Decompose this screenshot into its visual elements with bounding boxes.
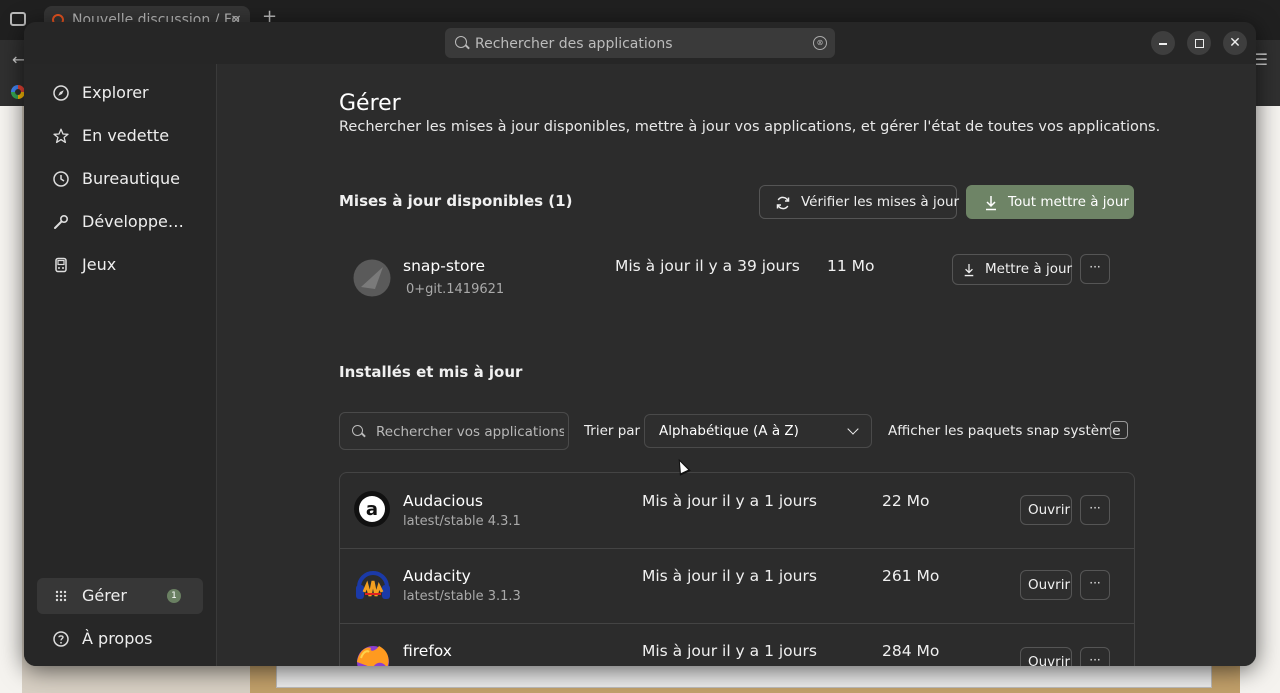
sort-label: Trier par <box>584 423 641 439</box>
clear-search-icon[interactable]: ⊗ <box>813 36 827 50</box>
app-search-input[interactable] <box>473 28 807 60</box>
clock-icon <box>53 171 69 187</box>
update-all-button[interactable]: Tout mettre à jour <box>966 185 1134 219</box>
app-updated-date: Mis à jour il y a 1 jours <box>642 492 817 510</box>
app-name: snap-store <box>403 257 486 275</box>
updates-section-title: Mises à jour disponibles (1) <box>339 192 573 210</box>
app-name: Audacious <box>403 492 483 510</box>
installed-row-audacity: Audacity latest/stable 3.1.3 Mis à jour … <box>340 548 1134 624</box>
firefox-app-icon <box>357 646 389 666</box>
sidebar-item-explorer[interactable]: Explorer <box>37 75 203 111</box>
update-all-label: Tout mettre à jour <box>1008 194 1129 210</box>
chevron-down-icon <box>847 423 859 435</box>
snap-store-app-icon <box>353 259 391 297</box>
download-icon <box>986 196 996 211</box>
more-options-button[interactable]: ··· <box>1080 570 1110 600</box>
installed-search-box[interactable] <box>339 412 569 451</box>
app-updated-date: Mis à jour il y a 1 jours <box>642 567 817 585</box>
more-options-button[interactable]: ··· <box>1080 495 1110 525</box>
wrench-icon <box>54 214 69 229</box>
sort-selected-value: Alphabétique (A à Z) <box>659 423 799 439</box>
sidebar: Explorer En vedette Bureautique Développ… <box>24 64 217 666</box>
search-icon <box>352 425 363 436</box>
updates-count-badge: 1 <box>167 589 181 603</box>
sidebar-item-about[interactable]: À propos <box>37 621 203 657</box>
google-icon[interactable] <box>11 85 25 99</box>
installed-search-input[interactable] <box>374 413 566 451</box>
page-subtitle: Rechercher les mises à jour disponibles,… <box>339 119 1161 135</box>
refresh-icon <box>776 196 790 210</box>
update-app-label: Mettre à jour <box>985 261 1073 277</box>
sidebar-item-label: En vedette <box>82 126 170 145</box>
download-icon <box>964 264 974 277</box>
sidebar-item-label: Jeux <box>82 255 117 274</box>
audacious-app-icon: a <box>354 491 390 527</box>
svg-text:a: a <box>366 499 378 520</box>
minimize-button[interactable] <box>1151 31 1175 55</box>
star-icon <box>53 128 69 144</box>
app-size: 284 Mo <box>882 642 940 660</box>
app-version: latest/stable 4.3.1 <box>403 514 521 529</box>
more-options-button[interactable]: ··· <box>1080 647 1110 666</box>
sidebar-item-office[interactable]: Bureautique <box>37 161 203 197</box>
app-version: 0+git.1419621 <box>406 282 505 297</box>
audacity-app-icon <box>356 571 390 599</box>
app-size: 22 Mo <box>882 492 930 510</box>
sidebar-item-label: À propos <box>82 629 153 648</box>
open-app-button[interactable]: Ouvrir <box>1020 495 1072 525</box>
gamepad-icon <box>55 257 67 273</box>
sidebar-item-games[interactable]: Jeux <box>37 247 203 283</box>
check-updates-button[interactable]: Vérifier les mises à jour <box>759 185 960 219</box>
installed-row-firefox: firefox Mis à jour il y a 1 jours 284 Mo… <box>340 623 1134 666</box>
page-left-margin <box>0 106 22 693</box>
sort-dropdown[interactable]: Alphabétique (A à Z) <box>644 414 872 448</box>
sidebar-item-development[interactable]: Développe… <box>37 204 203 240</box>
app-updated-date: Mis à jour il y a 39 jours <box>615 257 800 275</box>
grid-icon <box>55 590 67 602</box>
app-updated-date: Mis à jour il y a 1 jours <box>642 642 817 660</box>
system-snaps-checkbox[interactable] <box>1110 421 1128 439</box>
question-icon <box>53 631 69 647</box>
update-app-button[interactable]: Mettre à jour <box>952 254 1072 285</box>
sidebar-item-label: Explorer <box>82 83 149 102</box>
sidebar-item-featured[interactable]: En vedette <box>37 118 203 154</box>
header-bar: ⊗ ✕ <box>24 22 1256 64</box>
app-size: 261 Mo <box>882 567 940 585</box>
open-app-button[interactable]: Ouvrir <box>1020 570 1072 600</box>
app-size: 11 Mo <box>827 257 875 275</box>
app-center-window: ⊗ ✕ Explorer En vedette Bureautique Déve… <box>24 22 1256 666</box>
sidebar-item-label: Bureautique <box>82 169 180 188</box>
sidebar-item-label: Développe… <box>82 212 184 231</box>
open-app-label: Ouvrir <box>1028 502 1071 518</box>
installed-section-title: Installés et mis à jour <box>339 363 523 381</box>
check-updates-label: Vérifier les mises à jour <box>801 194 960 210</box>
app-name: Audacity <box>403 567 471 585</box>
sidebar-item-label: Gérer <box>82 586 127 605</box>
close-window-button[interactable]: ✕ <box>1223 31 1247 55</box>
app-name: firefox <box>403 642 452 660</box>
app-search-box[interactable]: ⊗ <box>445 28 835 60</box>
search-icon <box>455 36 467 48</box>
sidebar-item-manage[interactable]: Gérer 1 <box>37 578 203 614</box>
update-row-snap-store: snap-store 0+git.1419621 Mis à jour il y… <box>339 254 1133 324</box>
compass-icon <box>53 85 69 101</box>
open-app-label: Ouvrir <box>1028 654 1071 666</box>
open-app-label: Ouvrir <box>1028 577 1071 593</box>
app-version: latest/stable 3.1.3 <box>403 589 521 604</box>
open-app-button[interactable]: Ouvrir <box>1020 647 1072 666</box>
installed-row-audacious: a Audacious latest/stable 4.3.1 Mis à jo… <box>340 473 1134 549</box>
more-options-button[interactable]: ··· <box>1080 254 1110 284</box>
installed-apps-list: a Audacious latest/stable 4.3.1 Mis à jo… <box>339 472 1135 666</box>
main-content: Gérer Rechercher les mises à jour dispon… <box>217 64 1256 666</box>
maximize-button[interactable] <box>1187 31 1211 55</box>
page-title: Gérer <box>339 91 401 116</box>
system-snaps-label: Afficher les paquets snap système <box>888 423 1121 439</box>
